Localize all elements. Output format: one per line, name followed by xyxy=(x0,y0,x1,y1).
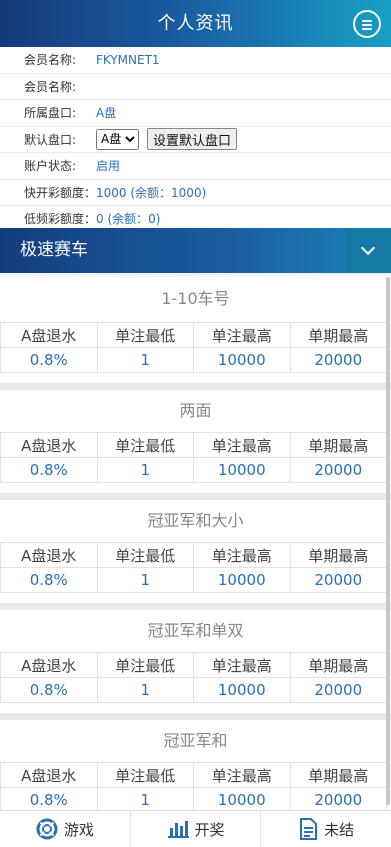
status-value: 启用 xyxy=(96,159,121,174)
limit-table: A盘退水 单注最低 单注最高 单期最高 0.8% 1 10000 20000 xyxy=(0,432,387,483)
limits-list: 1-10车号 A盘退水 单注最低 单注最高 单期最高 0.8% 1 10000 … xyxy=(0,273,391,810)
limit-block: 冠亚军和大小 A盘退水 单注最低 单注最高 单期最高 0.8% 1 10000 … xyxy=(0,493,391,603)
value-cell: 10000 xyxy=(193,787,291,810)
limit-block-title: 冠亚军和 xyxy=(163,731,228,750)
default-plate-select[interactable]: A盘 xyxy=(96,128,139,150)
limit-block: 1-10车号 A盘退水 单注最低 单注最高 单期最高 0.8% 1 10000 … xyxy=(0,273,391,383)
value-cell: 10000 xyxy=(193,457,291,483)
header-cell: A盘退水 xyxy=(0,542,98,568)
game-section-header[interactable]: 极速赛车 xyxy=(0,228,391,273)
nav-games-label: 游戏 xyxy=(63,820,94,839)
header-cell: 单注最高 xyxy=(193,652,291,678)
limit-table: A盘退水 单注最低 单注最高 单期最高 0.8% 1 10000 20000 xyxy=(0,322,387,373)
limit-table: A盘退水 单注最低 单注最高 单期最高 0.8% 1 10000 20000 xyxy=(0,652,387,703)
game-title: 极速赛车 xyxy=(20,240,88,260)
value-cell: 1 xyxy=(96,347,194,373)
nav-results-label: 开奖 xyxy=(194,820,225,839)
value-cell: 20000 xyxy=(289,457,387,483)
fast-quota-row: 快开彩额度： 1000 (余额：1000) xyxy=(0,180,391,206)
top-bar: 个人资讯 xyxy=(0,0,391,47)
header-cell: A盘退水 xyxy=(0,652,98,678)
nav-unsettled[interactable]: 未结 xyxy=(261,811,391,847)
value-cell: 1 xyxy=(96,787,194,810)
fast-quota-label: 快开彩额度： xyxy=(24,185,97,200)
member-name-label: 会员名称: xyxy=(24,53,77,68)
nav-games[interactable]: 游戏 xyxy=(0,811,131,847)
header-cell: A盘退水 xyxy=(0,432,98,458)
header-cell: A盘退水 xyxy=(0,762,98,788)
limit-block-title: 冠亚军和单双 xyxy=(147,621,244,640)
plate-value: A盘 xyxy=(96,106,117,121)
member-name2-label: 会员名称: xyxy=(24,79,77,94)
limit-block-title: 1-10车号 xyxy=(161,289,230,308)
fast-quota-value: 1000 (余额：1000) xyxy=(96,185,207,200)
value-cell: 0.8% xyxy=(0,677,98,703)
value-cell: 1 xyxy=(96,677,194,703)
header-cell: 单期最高 xyxy=(289,542,387,568)
limit-block: 两面 A盘退水 单注最低 单注最高 单期最高 0.8% 1 10000 2000… xyxy=(0,383,391,493)
nav-results[interactable]: 开奖 xyxy=(131,811,262,847)
header-cell: 单注最高 xyxy=(193,432,291,458)
header-cell: 单注最高 xyxy=(193,322,291,348)
value-cell: 20000 xyxy=(289,567,387,593)
header-cell: 单注最低 xyxy=(96,322,194,348)
value-cell: 1 xyxy=(96,567,194,593)
default-plate-label: 默认盘口: xyxy=(24,132,77,147)
limit-table: A盘退水 单注最低 单注最高 单期最高 0.8% 1 10000 20000 xyxy=(0,542,387,593)
set-default-plate-button[interactable]: 设置默认盘口 xyxy=(147,128,238,151)
document-icon xyxy=(300,818,318,840)
page-title: 个人资讯 xyxy=(157,13,234,34)
plate-row: 所属盘口: A盘 xyxy=(0,100,391,127)
limit-block: 冠亚军和单双 A盘退水 单注最低 单注最高 单期最高 0.8% 1 10000 … xyxy=(0,603,391,713)
account-info: 会员名称: FKYMNET1 会员名称: 所属盘口: A盘 默认盘口: A盘 设… xyxy=(0,47,391,233)
header-cell: 单注最高 xyxy=(193,542,291,568)
header-cell: 单期最高 xyxy=(289,652,387,678)
value-cell: 1 xyxy=(96,457,194,483)
header-cell: 单注最低 xyxy=(96,762,194,788)
header-cell: 单注最高 xyxy=(193,762,291,788)
chevron-down-icon[interactable] xyxy=(345,228,391,273)
value-cell: 0.8% xyxy=(0,787,98,810)
bar-chart-icon xyxy=(167,821,189,838)
header-cell: 单期最高 xyxy=(289,762,387,788)
header-cell: 单注最低 xyxy=(96,542,194,568)
limit-block: 冠亚军和 A盘退水 单注最低 单注最高 单期最高 0.8% 1 10000 20… xyxy=(0,713,391,810)
header-cell: 单注最低 xyxy=(96,432,194,458)
limit-block-title: 两面 xyxy=(179,401,212,420)
header-cell: 单期最高 xyxy=(289,432,387,458)
menu-icon[interactable] xyxy=(353,10,381,38)
header-cell: 单期最高 xyxy=(289,322,387,348)
member-name2-row: 会员名称: xyxy=(0,74,391,100)
member-name-value: FKYMNET1 xyxy=(96,52,160,67)
header-cell: A盘退水 xyxy=(0,322,98,348)
default-plate-row: 默认盘口: A盘 设置默认盘口 xyxy=(0,127,391,153)
status-label: 账户状态: xyxy=(24,159,77,174)
value-cell: 0.8% xyxy=(0,347,98,373)
value-cell: 10000 xyxy=(193,567,291,593)
value-cell: 0.8% xyxy=(0,457,98,483)
bottom-nav: 游戏 开奖 未结 xyxy=(0,810,391,847)
header-cell: 单注最低 xyxy=(96,652,194,678)
member-name-row: 会员名称: FKYMNET1 xyxy=(0,47,391,74)
limit-block-title: 冠亚军和大小 xyxy=(147,511,244,530)
plate-label: 所属盘口: xyxy=(24,106,77,121)
limit-table: A盘退水 单注最低 单注最高 单期最高 0.8% 1 10000 20000 xyxy=(0,762,387,810)
low-quota-value: 0 (余额：0) xyxy=(96,212,161,227)
value-cell: 0.8% xyxy=(0,567,98,593)
lifebuoy-icon xyxy=(36,818,58,840)
value-cell: 20000 xyxy=(289,677,387,703)
value-cell: 10000 xyxy=(193,677,291,703)
value-cell: 20000 xyxy=(289,787,387,810)
value-cell: 10000 xyxy=(193,347,291,373)
nav-unsettled-label: 未结 xyxy=(324,820,355,839)
status-row: 账户状态: 启用 xyxy=(0,153,391,180)
scrollbar[interactable] xyxy=(386,277,390,805)
low-quota-label: 低频彩额度： xyxy=(24,212,97,227)
value-cell: 20000 xyxy=(289,347,387,373)
